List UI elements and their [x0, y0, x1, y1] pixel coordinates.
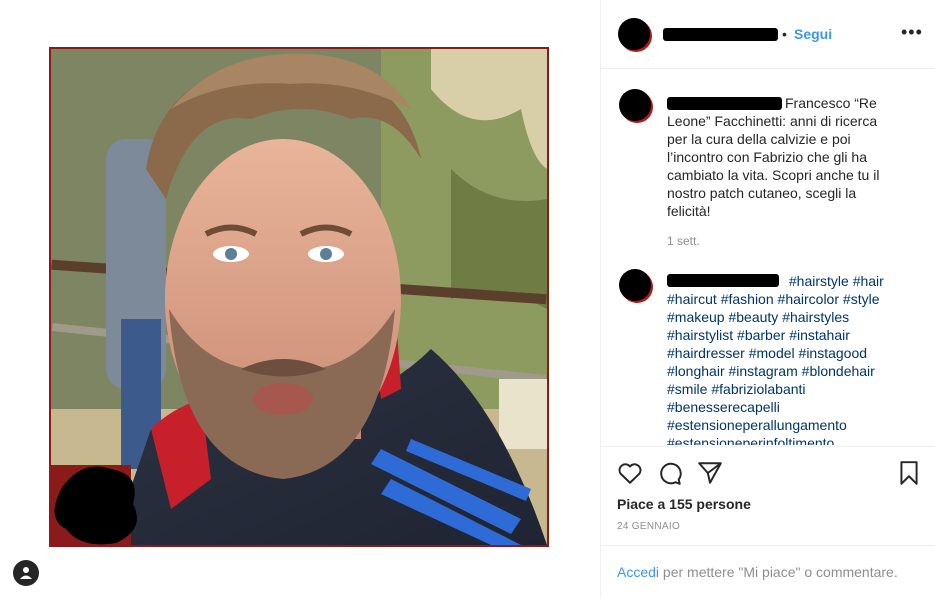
post-header: • Segui •••	[601, 0, 935, 69]
comment-author-avatar[interactable]	[619, 269, 651, 301]
heart-icon[interactable]	[617, 460, 643, 486]
hashtag-link[interactable]: #fabriziolabanti	[711, 381, 805, 397]
hashtag-link[interactable]: #estensioneperallungamento	[667, 417, 847, 433]
hashtag-link[interactable]: #haircut	[667, 291, 717, 307]
hashtag-link[interactable]: #makeup	[667, 309, 725, 325]
login-link[interactable]: Accedi	[617, 564, 659, 580]
comments-list: Francesco “Re Leone” Facchinetti: anni d…	[601, 69, 935, 445]
post-sidebar: • Segui ••• Francesco “Re Leone” Facchin…	[600, 0, 935, 598]
hashtag-link[interactable]: #hairstyle	[789, 273, 849, 289]
hashtag-link[interactable]: #instagram	[729, 363, 798, 379]
hashtag-link[interactable]: #hairstyles	[782, 309, 849, 325]
caption-author-avatar[interactable]	[619, 89, 651, 121]
user-silhouette-icon	[20, 567, 32, 579]
caption-timestamp[interactable]: 1 sett.	[667, 234, 700, 248]
hashtag-link[interactable]: #hairstylist	[667, 327, 733, 343]
comment-bubble-icon[interactable]	[657, 460, 683, 486]
hashtag-link[interactable]: #estensioneperinfoltimento	[667, 435, 834, 445]
login-prompt-text: per mettere "Mi piace" o commentare.	[659, 564, 898, 580]
hashtag-link[interactable]: #beauty	[728, 309, 778, 325]
hashtag-link[interactable]: #hair	[853, 273, 884, 289]
media-pane	[0, 0, 600, 598]
login-prompt: Accedi per mettere "Mi piace" o commenta…	[601, 545, 935, 599]
more-options-icon[interactable]: •••	[901, 22, 923, 43]
author-avatar[interactable]	[618, 18, 650, 50]
hashtag-link[interactable]: #benesserecapelli	[667, 399, 780, 415]
hashtag-link[interactable]: #instahair	[789, 327, 850, 343]
caption-text: Francesco “Re Leone” Facchinetti: anni d…	[667, 95, 880, 219]
hashtag-link[interactable]: #model	[749, 345, 795, 361]
hashtag-link[interactable]: #instagood	[799, 345, 868, 361]
hashtag-link[interactable]: #haircolor	[778, 291, 839, 307]
post-actions: Piace a 155 persone 24 GENNAIO	[601, 446, 935, 547]
follow-button[interactable]: Segui	[794, 26, 832, 42]
hashtag-link[interactable]: #fashion	[721, 291, 774, 307]
hashtag-link[interactable]: #smile	[667, 381, 707, 397]
hashtag-link[interactable]: #blondehair	[802, 363, 875, 379]
hashtag-link[interactable]: #hairdresser	[667, 345, 745, 361]
hashtag-link[interactable]: #longhair	[667, 363, 725, 379]
post-photo[interactable]	[49, 47, 549, 547]
profile-button[interactable]	[13, 560, 39, 586]
separator-dot: •	[782, 26, 787, 42]
hashtag-link[interactable]: #style	[843, 291, 880, 307]
hashtag-link[interactable]: #barber	[737, 327, 785, 343]
bookmark-icon[interactable]	[896, 460, 922, 486]
hashtag-comment: #hairstyle #hair #haircut #fashion #hair…	[667, 272, 907, 445]
paper-plane-icon[interactable]	[697, 460, 723, 486]
post-date[interactable]: 24 GENNAIO	[617, 521, 680, 532]
author-username-redacted[interactable]	[663, 28, 778, 41]
likes-count[interactable]: Piace a 155 persone	[617, 496, 751, 512]
